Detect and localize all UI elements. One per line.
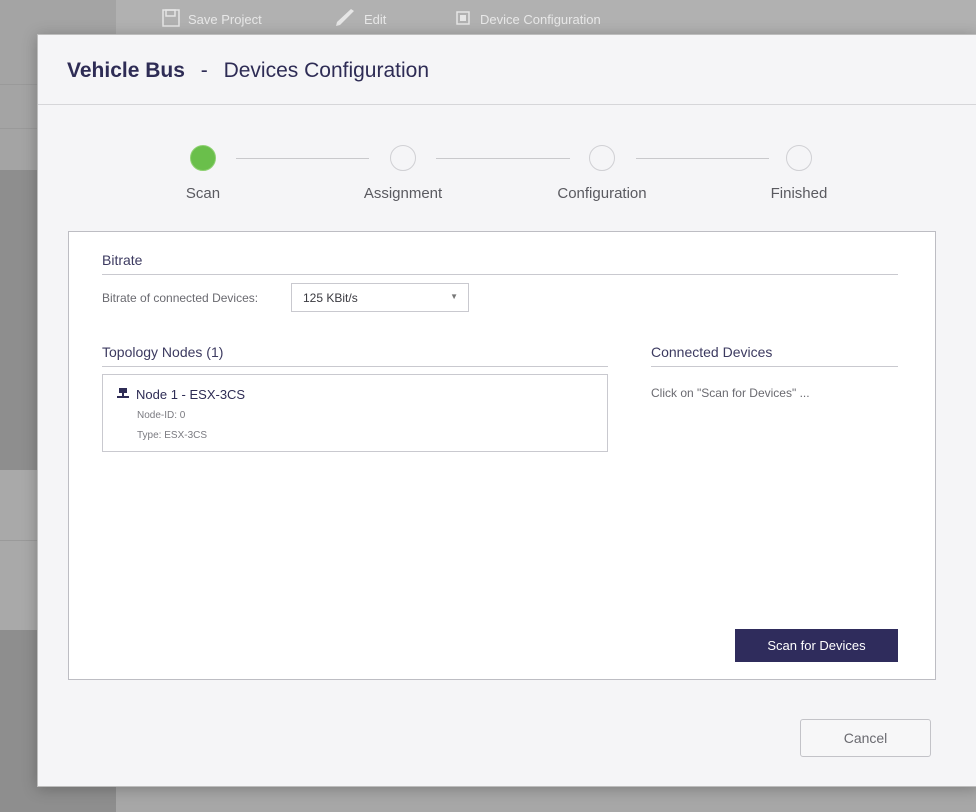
step-connector — [636, 158, 769, 159]
toolbar-device-configuration[interactable]: Device Configuration — [454, 8, 601, 30]
chevron-down-icon: ▼ — [450, 292, 458, 301]
devices-configuration-dialog: Vehicle Bus - Devices Configuration Scan… — [37, 34, 976, 787]
dialog-title-rest: Devices Configuration — [223, 59, 430, 82]
app-toolbar: Save Project Edit Device Configuration — [116, 0, 976, 37]
node-type: Type: ESX-3CS — [137, 430, 208, 441]
dialog-title: Vehicle Bus - Devices Configuration — [67, 59, 429, 83]
step-dot-scan — [190, 145, 216, 171]
connected-devices-hint: Click on "Scan for Devices" ... — [651, 386, 810, 400]
bitrate-select[interactable]: 125 KBit/s ▼ — [291, 283, 469, 312]
step-dot-assignment — [390, 145, 416, 171]
scan-for-devices-button[interactable]: Scan for Devices — [735, 629, 898, 662]
scan-panel: Bitrate Bitrate of connected Devices: 12… — [68, 231, 936, 680]
step-dot-finished — [786, 145, 812, 171]
step-label-scan: Scan — [185, 185, 221, 202]
bitrate-section-title: Bitrate — [102, 252, 143, 268]
network-node-icon — [117, 387, 129, 402]
step-label-assignment: Assignment — [363, 185, 443, 202]
node-title: Node 1 - ESX-3CS — [117, 387, 245, 402]
step-connector — [436, 158, 570, 159]
wizard-stepper: Scan Assignment Configuration Finished — [38, 145, 976, 225]
step-connector — [236, 158, 369, 159]
toolbar-edit[interactable]: Edit — [334, 8, 386, 30]
bitrate-select-value: 125 KBit/s — [303, 291, 358, 305]
toolbar-device-configuration-label: Device Configuration — [480, 11, 601, 27]
toolbar-save-label: Save Project — [188, 11, 262, 27]
chip-icon — [454, 9, 472, 30]
node-title-text: Node 1 - ESX-3CS — [136, 387, 246, 402]
step-dot-configuration — [589, 145, 615, 171]
node-id: Node-ID: 0 — [137, 410, 186, 421]
toolbar-save-project[interactable]: Save Project — [162, 8, 262, 30]
topology-section-title: Topology Nodes (1) — [102, 344, 224, 360]
bitrate-label: Bitrate of connected Devices: — [102, 291, 259, 305]
divider — [651, 366, 898, 367]
step-label-finished: Finished — [770, 185, 828, 202]
step-label-configuration: Configuration — [557, 185, 647, 202]
connected-devices-title: Connected Devices — [651, 344, 773, 360]
dialog-title-separator: - — [200, 59, 208, 82]
divider — [102, 366, 608, 367]
pencil-icon — [334, 8, 356, 31]
topology-node-card[interactable]: Node 1 - ESX-3CS Node-ID: 0 Type: ESX-3C… — [102, 374, 608, 452]
dialog-header: Vehicle Bus - Devices Configuration — [38, 35, 976, 105]
divider — [102, 274, 898, 275]
dialog-title-bus: Vehicle Bus — [67, 59, 185, 82]
save-icon — [162, 8, 180, 30]
toolbar-edit-label: Edit — [364, 11, 387, 27]
cancel-button[interactable]: Cancel — [800, 719, 931, 757]
